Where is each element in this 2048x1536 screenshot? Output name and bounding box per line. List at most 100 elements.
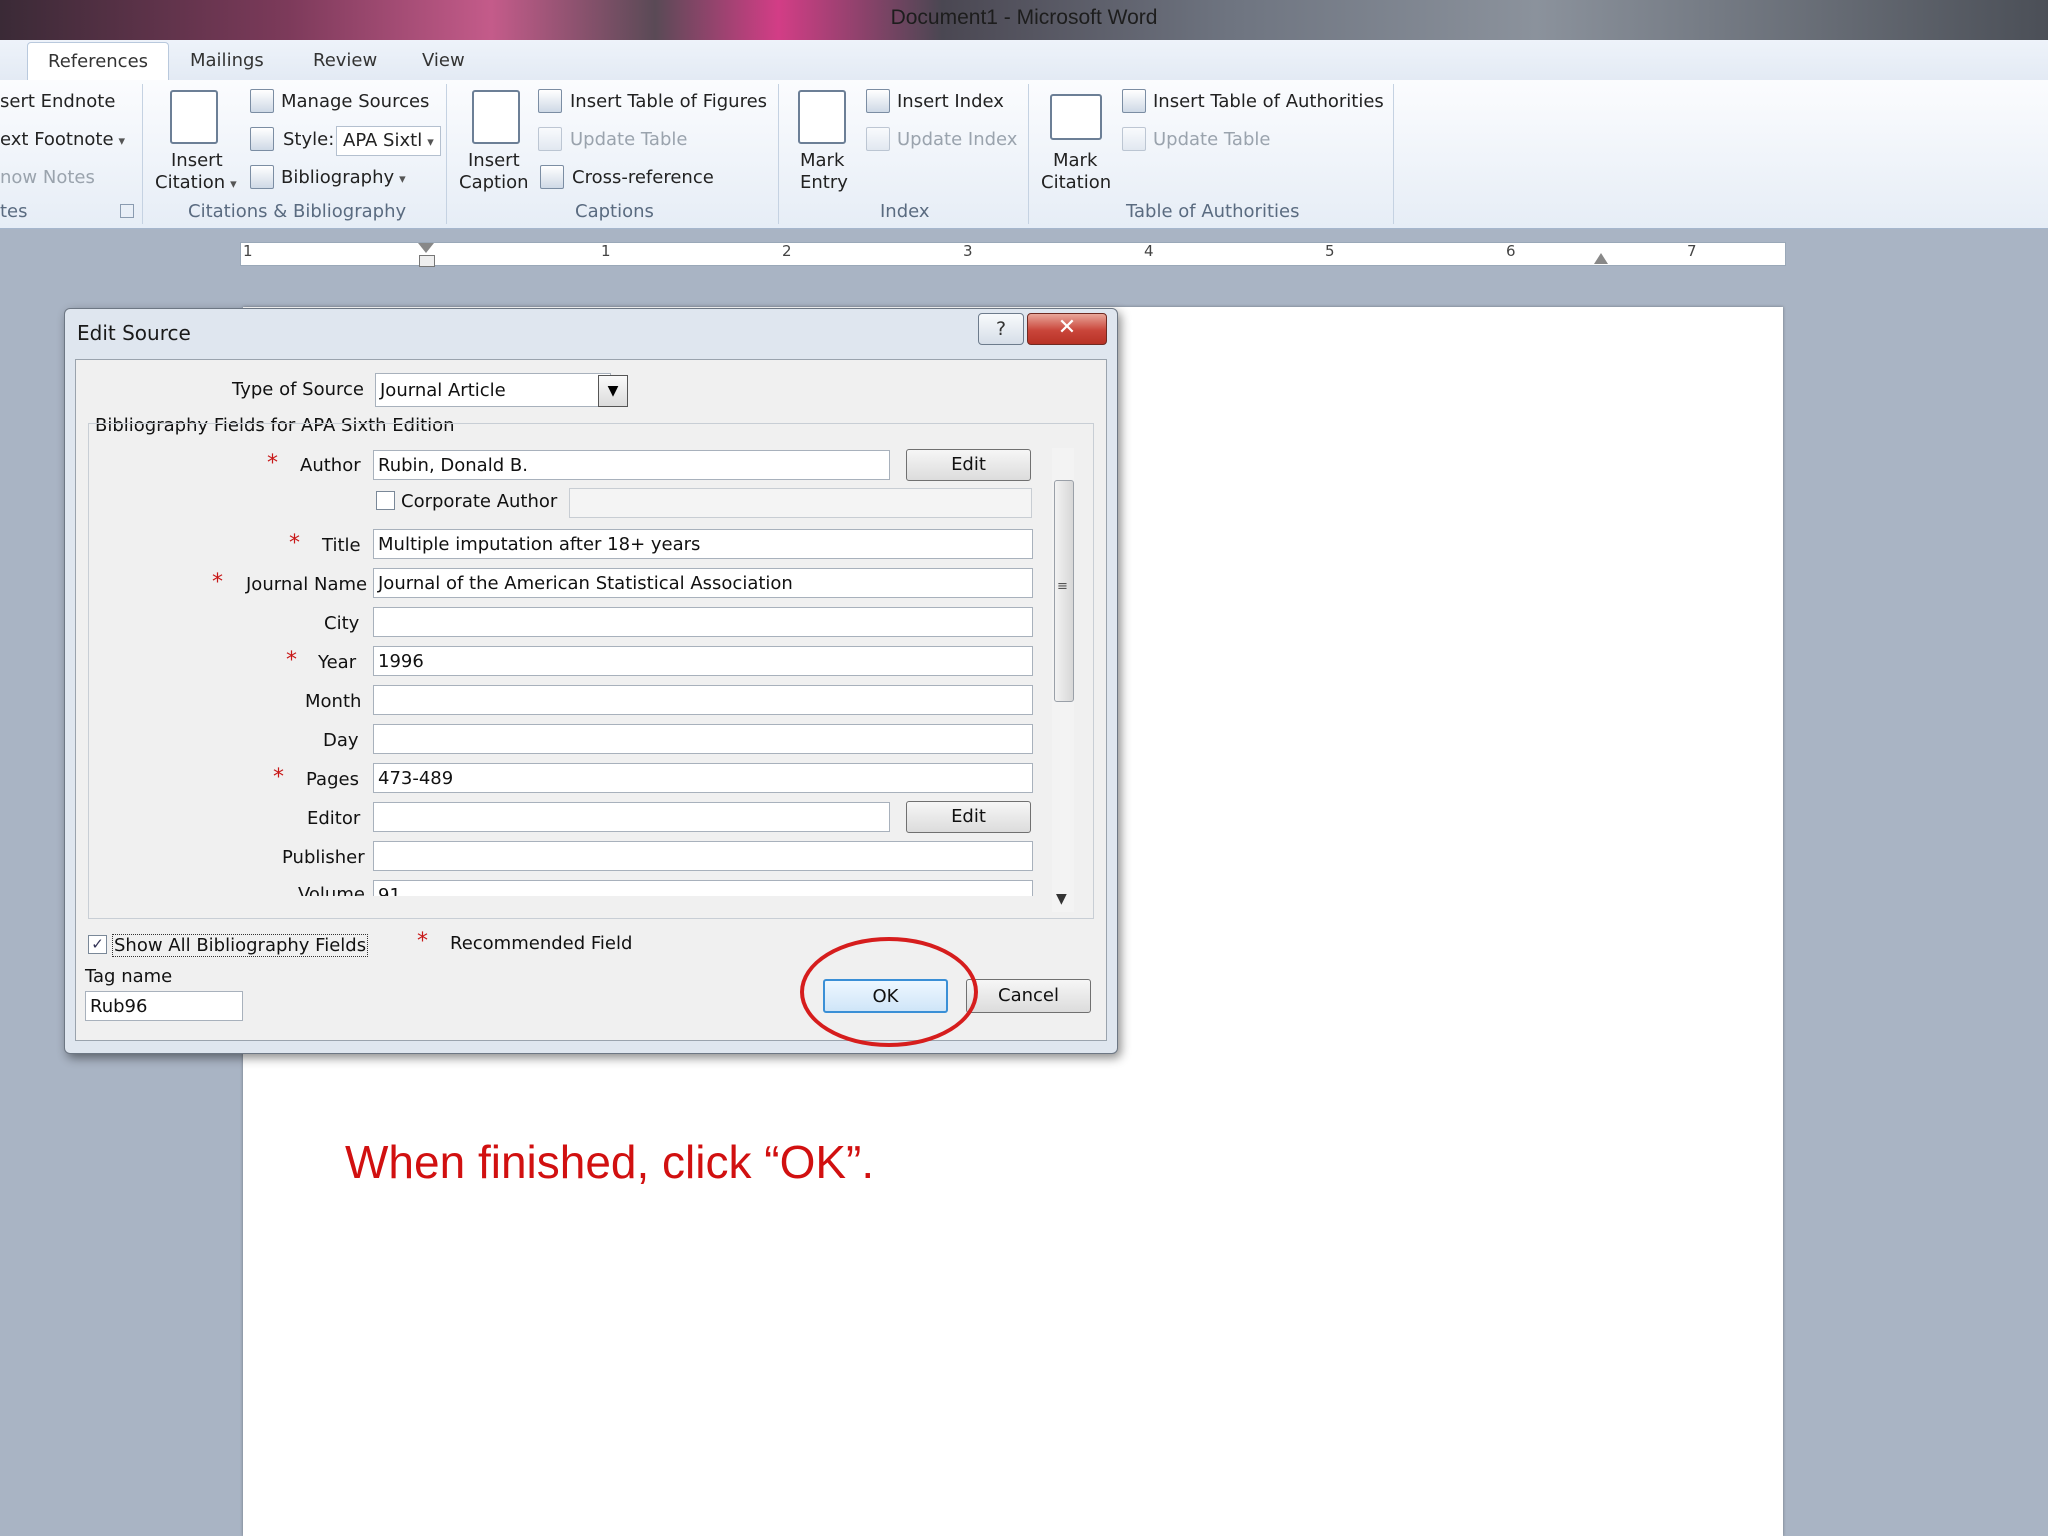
month-label: Month (305, 691, 362, 712)
table-of-authorities-icon (1122, 89, 1146, 113)
help-button[interactable]: ? (978, 313, 1024, 345)
left-indent-marker[interactable] (419, 255, 435, 267)
title-bar: Document1 - Microsoft Word (0, 0, 2048, 40)
author-field[interactable]: Rubin, Donald B. (373, 450, 890, 480)
manage-sources-button[interactable]: Manage Sources (281, 91, 429, 112)
show-notes-button[interactable]: now Notes (0, 167, 95, 188)
corporate-author-checkbox[interactable] (376, 491, 395, 510)
instruction-annotation: When finished, click “OK”. (345, 1136, 875, 1188)
tab-view[interactable]: View (422, 50, 465, 71)
cross-reference-button[interactable]: Cross-reference (572, 167, 714, 188)
mark-entry-label-2[interactable]: Entry (800, 172, 848, 193)
right-indent-marker[interactable] (1594, 253, 1608, 264)
ribbon: sert Endnote ext Footnote now Notes tes … (0, 80, 2048, 229)
ruler-mark: 5 (1325, 242, 1335, 260)
month-field[interactable] (373, 685, 1033, 715)
first-line-indent-marker[interactable] (418, 243, 434, 253)
required-star: * (289, 531, 300, 556)
cross-reference-icon (540, 165, 564, 189)
title-label: Title (322, 535, 361, 556)
tab-review[interactable]: Review (313, 50, 377, 71)
style-icon (250, 127, 274, 151)
group-citations-label: Citations & Bibliography (188, 201, 407, 222)
update-authorities-table-button[interactable]: Update Table (1153, 129, 1270, 150)
corporate-author-field[interactable] (569, 488, 1032, 518)
day-field[interactable] (373, 724, 1033, 754)
ruler-mark: 2 (782, 242, 792, 260)
title-field[interactable]: Multiple imputation after 18+ years (373, 529, 1033, 559)
cancel-button[interactable]: Cancel (966, 979, 1091, 1013)
ruler-mark: 6 (1506, 242, 1516, 260)
ribbon-separator (778, 84, 779, 224)
author-label: Author (300, 455, 361, 476)
group-captions-label: Captions (575, 201, 654, 222)
year-field[interactable]: 1996 (373, 646, 1033, 676)
style-select[interactable]: APA Sixtl (336, 126, 441, 156)
editor-field[interactable] (373, 802, 890, 832)
dropdown-arrow-icon[interactable]: ▼ (598, 375, 628, 407)
volume-field[interactable]: 91 (373, 880, 1033, 896)
pages-label: Pages (306, 769, 359, 790)
insert-citation-label-2[interactable]: Citation (155, 172, 237, 193)
publisher-field[interactable] (373, 841, 1033, 871)
ribbon-tab-bar: References Mailings Review View (0, 40, 2048, 81)
ok-highlight-circle (800, 937, 978, 1047)
dialog-launcher-icon[interactable] (120, 204, 134, 218)
insert-caption-label-1[interactable]: Insert (468, 150, 520, 171)
ruler-mark: 7 (1687, 242, 1697, 260)
tab-mailings[interactable]: Mailings (190, 50, 264, 71)
city-label: City (324, 613, 360, 634)
insert-caption-label-2[interactable]: Caption (459, 172, 529, 193)
tag-name-label: Tag name (85, 966, 173, 987)
required-star: * (417, 929, 428, 954)
required-star: * (273, 765, 284, 790)
horizontal-ruler[interactable]: 1 1 2 3 4 5 6 7 (240, 242, 1786, 267)
insert-index-button[interactable]: Insert Index (897, 91, 1004, 112)
group-footnotes-label: tes (0, 201, 28, 222)
mark-entry-icon[interactable] (798, 90, 846, 144)
tag-name-field[interactable]: Rub96 (85, 991, 243, 1021)
insert-caption-icon[interactable] (472, 90, 520, 144)
day-label: Day (323, 730, 359, 751)
update-index-button[interactable]: Update Index (897, 129, 1017, 150)
volume-label: Volume (298, 884, 365, 896)
ribbon-separator (1028, 84, 1029, 224)
insert-citation-label-1[interactable]: Insert (171, 150, 223, 171)
required-star: * (267, 451, 278, 476)
ruler-mark: 3 (963, 242, 973, 260)
type-of-source-select[interactable]: Journal Article (375, 373, 611, 407)
scroll-down-arrow-icon[interactable]: ▼ (1056, 891, 1067, 907)
insert-endnote-button[interactable]: sert Endnote (0, 91, 115, 112)
journal-name-field[interactable]: Journal of the American Statistical Asso… (373, 568, 1033, 598)
recommended-field-label: Recommended Field (450, 933, 633, 954)
type-of-source-label: Type of Source (232, 379, 364, 400)
ruler-mark: 1 (243, 242, 253, 260)
close-button[interactable]: ✕ (1027, 313, 1107, 345)
pages-field[interactable]: 473-489 (373, 763, 1033, 793)
insert-table-of-figures-button[interactable]: Insert Table of Figures (570, 91, 767, 112)
edit-editor-button[interactable]: Edit (906, 801, 1031, 833)
tab-references[interactable]: References (27, 42, 170, 81)
update-table-button[interactable]: Update Table (570, 129, 687, 150)
city-field[interactable] (373, 607, 1033, 637)
next-footnote-button[interactable]: ext Footnote (0, 129, 125, 150)
required-star: * (286, 648, 297, 673)
ribbon-separator (142, 84, 143, 224)
insert-index-icon (866, 89, 890, 113)
mark-citation-icon[interactable] (1050, 94, 1102, 140)
ribbon-separator (1393, 84, 1394, 224)
bibliography-button[interactable]: Bibliography (281, 167, 406, 188)
edit-author-button[interactable]: Edit (906, 449, 1031, 481)
show-all-fields-label[interactable]: Show All Bibliography Fields (112, 934, 369, 957)
manage-sources-icon (250, 89, 274, 113)
mark-citation-label-1[interactable]: Mark (1053, 150, 1097, 171)
show-all-fields-checkbox[interactable]: ✓ (88, 935, 107, 954)
mark-citation-label-2[interactable]: Citation (1041, 172, 1111, 193)
table-of-figures-icon (538, 89, 562, 113)
insert-table-of-authorities-button[interactable]: Insert Table of Authorities (1153, 91, 1384, 112)
insert-citation-icon[interactable] (170, 90, 218, 144)
bibliography-icon (250, 165, 274, 189)
mark-entry-label-1[interactable]: Mark (800, 150, 844, 171)
update-authorities-table-icon (1122, 127, 1146, 151)
style-label: Style: (283, 129, 335, 150)
